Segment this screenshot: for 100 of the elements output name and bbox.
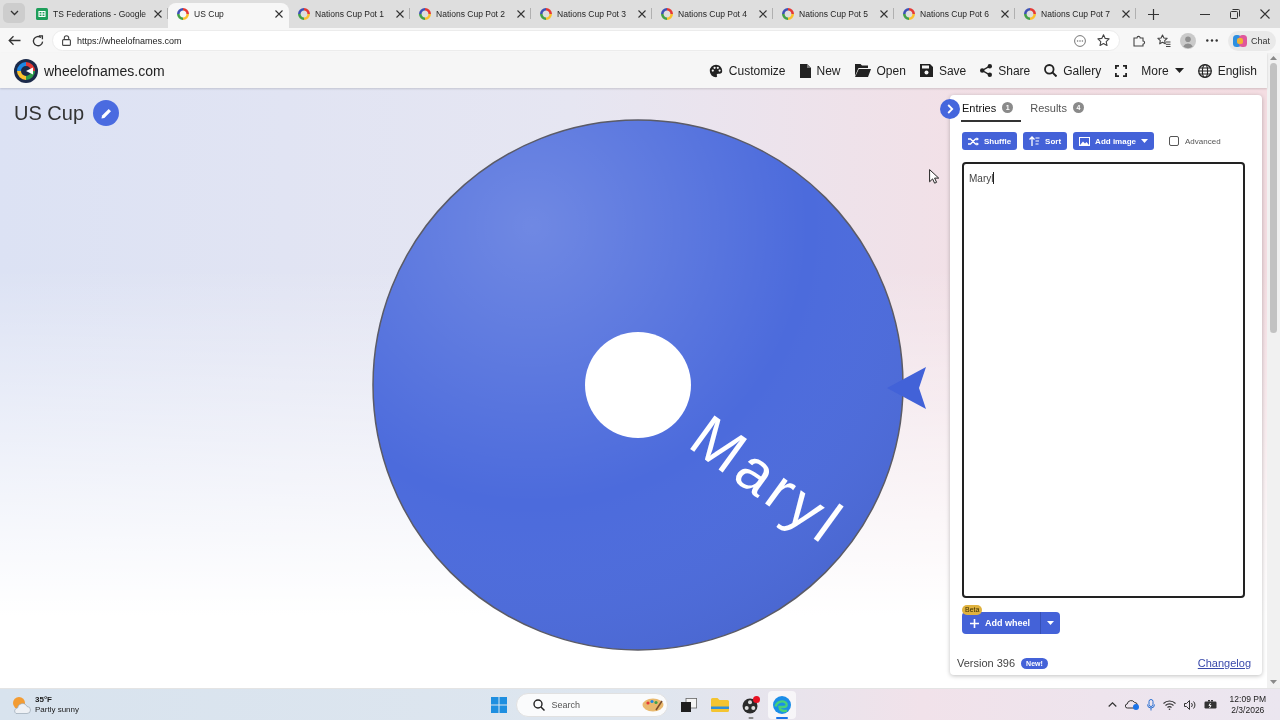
chevron-up-icon — [1107, 702, 1117, 707]
taskbar-search-field[interactable]: Search — [515, 692, 668, 717]
browser-tab[interactable]: Nations Cup Pot 7 — [1015, 3, 1137, 28]
scrollbar-thumb[interactable] — [1270, 63, 1277, 333]
close-icon — [880, 10, 889, 18]
close-icon — [517, 10, 526, 18]
task-view-icon — [680, 697, 697, 712]
star-icon — [1097, 34, 1111, 47]
shuffle-button[interactable]: Shuffle — [962, 132, 1018, 150]
browser-tab[interactable]: Nations Cup Pot 4 — [652, 3, 774, 28]
open-button[interactable]: Open — [847, 55, 913, 86]
gallery-button[interactable]: Gallery — [1037, 55, 1109, 86]
changelog-link[interactable]: Changelog — [1197, 657, 1251, 669]
search-icon — [532, 698, 545, 711]
entries-field[interactable]: Maryl — [962, 162, 1245, 598]
scroll-up-icon — [1270, 56, 1277, 60]
customize-button[interactable]: Customize — [701, 55, 793, 86]
start-menu-icon — [490, 696, 507, 713]
color-wheel-icon — [903, 8, 916, 20]
restore-icon — [1230, 9, 1240, 19]
search-placeholder: Search — [551, 699, 582, 710]
address-field[interactable]: https://wheelofnames.com — [52, 30, 1120, 51]
reload-icon — [32, 34, 44, 47]
browser-tab[interactable]: Nations Cup Pot 1 — [289, 3, 411, 28]
image-icon — [1079, 136, 1091, 146]
entry-text: Maryl — [969, 173, 994, 184]
chat-button[interactable]: Chat — [1228, 30, 1276, 51]
chat-assistant-icon — [1233, 33, 1247, 48]
recorder-app-icon — [741, 695, 760, 714]
collapse-panel-button[interactable] — [940, 99, 960, 119]
advanced-checkbox[interactable] — [1169, 136, 1179, 146]
file-icon — [799, 63, 811, 78]
browser-tab[interactable]: US Cup — [168, 3, 290, 28]
share-icon — [980, 64, 993, 77]
wheel-title: US Cup — [14, 101, 85, 126]
site-name: wheelofnames.com — [44, 62, 165, 79]
cloud-icon — [1124, 699, 1139, 710]
microphone-icon — [1146, 698, 1155, 711]
color-wheel-icon — [1024, 8, 1037, 20]
checkbox-label: Advanced — [1185, 136, 1221, 146]
close-icon — [1001, 10, 1010, 18]
speaker-icon — [1183, 699, 1196, 710]
palette-icon — [708, 63, 723, 78]
weather-temperature: 35°F — [35, 694, 53, 705]
shuffle-icon — [968, 136, 979, 146]
plus-icon — [970, 618, 979, 628]
more-icon — [1206, 39, 1218, 42]
close-icon — [638, 10, 647, 18]
browser-tab[interactable]: Nations Cup Pot 3 — [531, 3, 653, 28]
mouse-pointer-icon — [929, 169, 939, 184]
palette-icon — [641, 697, 664, 712]
clock-time: 12:09 PM — [1229, 693, 1266, 705]
plus-icon — [1147, 8, 1159, 20]
more-button[interactable]: More — [1134, 55, 1191, 86]
add-wheel-menu-button[interactable] — [1040, 612, 1060, 634]
spreadsheet-icon — [36, 8, 48, 20]
close-icon — [1122, 10, 1131, 18]
browser-tab[interactable]: Nations Cup Pot 2 — [410, 3, 532, 28]
browser-tab[interactable]: Nations Cup Pot 5 — [773, 3, 895, 28]
wheel-hub[interactable] — [585, 332, 691, 438]
clock-date: 2/3/2026 — [1231, 704, 1265, 716]
caret-down-icon — [1047, 621, 1054, 625]
wheel-logo-icon — [14, 58, 38, 83]
browser-tab[interactable]: Nations Cup Pot 6 — [894, 3, 1016, 28]
language-button[interactable]: English — [1190, 55, 1264, 86]
close-icon — [759, 10, 768, 18]
chevron-down-icon — [9, 10, 19, 16]
caret-down-icon — [1141, 139, 1148, 143]
search-icon — [1044, 64, 1058, 77]
scroll-down-icon — [1270, 680, 1277, 684]
dots-circle-icon — [1074, 34, 1086, 47]
back-arrow-icon — [7, 35, 21, 46]
sort-button[interactable]: Sort — [1023, 132, 1068, 150]
new-button[interactable]: New — [792, 55, 848, 86]
add-image-button[interactable]: Add image — [1073, 132, 1154, 150]
color-wheel-icon — [419, 8, 432, 20]
tab-list-button[interactable] — [3, 3, 25, 23]
chevron-right-icon — [946, 104, 954, 114]
browser-tab[interactable]: TS Federations - Google — [27, 3, 169, 28]
share-button[interactable]: Share — [973, 55, 1038, 86]
color-wheel-icon — [177, 8, 190, 20]
color-wheel-icon — [540, 8, 553, 20]
close-icon — [396, 10, 405, 18]
browser-app-icon — [772, 695, 791, 714]
url-text: https://wheelofnames.com — [77, 35, 183, 46]
add-wheel-button[interactable]: Add wheel — [962, 612, 1040, 634]
edit-title-button[interactable] — [93, 100, 120, 126]
fullscreen-icon — [1115, 64, 1128, 77]
puzzle-icon — [1133, 34, 1147, 47]
sun-cloud-icon — [11, 695, 31, 714]
text-cursor-icon — [993, 172, 995, 184]
wifi-icon — [1162, 699, 1176, 710]
avatar-icon — [1180, 32, 1196, 49]
caret-down-icon — [1174, 68, 1184, 73]
minimize-icon — [1200, 13, 1210, 15]
color-wheel-icon — [782, 8, 795, 20]
color-wheel-icon — [298, 8, 311, 20]
save-button[interactable]: Save — [912, 55, 974, 86]
weather-condition: Partly sunny — [35, 704, 80, 715]
globe-icon — [1197, 63, 1212, 78]
